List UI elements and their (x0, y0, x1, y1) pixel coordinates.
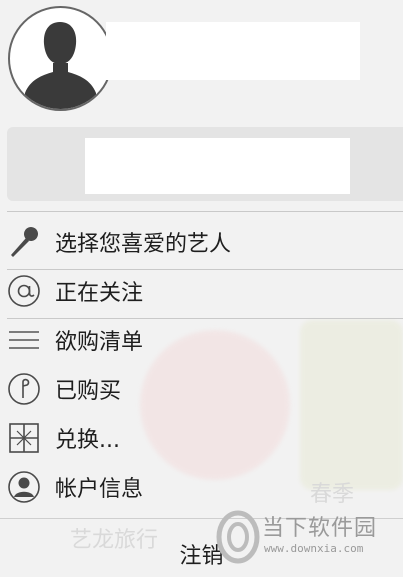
menu-item-account[interactable]: 帐户信息 (0, 462, 403, 511)
account-header (0, 0, 403, 120)
menu-item-purchased[interactable]: 已购买 (0, 364, 403, 413)
menu-item-following[interactable]: 正在关注 (0, 266, 403, 315)
account-person-icon (6, 469, 42, 505)
account-menu: 选择您喜爱的艺人 正在关注 欲购清单 已购买 兑换... 帐户信息 (0, 217, 403, 511)
microphone-icon (6, 224, 42, 260)
watermark-url: www.downxia.com (264, 542, 364, 555)
menu-item-wishlist[interactable]: 欲购清单 (0, 315, 403, 364)
at-sign-icon (6, 273, 42, 309)
account-name-redacted (106, 22, 360, 80)
menu-item-label: 选择您喜爱的艺人 (55, 231, 232, 257)
menu-item-artists[interactable]: 选择您喜爱的艺人 (0, 217, 403, 266)
watermark: 当下软件园 www.downxia.com (214, 508, 399, 568)
list-lines-icon (6, 322, 42, 358)
menu-item-label: 帐户信息 (55, 476, 144, 502)
menu-item-label: 欲购清单 (55, 329, 144, 355)
menu-item-label: 正在关注 (55, 280, 144, 306)
menu-item-redeem[interactable]: 兑换... (0, 413, 403, 462)
default-avatar-icon (25, 22, 96, 109)
gift-icon (6, 420, 42, 456)
menu-item-label: 已购买 (55, 378, 122, 404)
divider (7, 211, 403, 212)
avatar[interactable] (8, 6, 113, 111)
watermark-logo-icon (216, 510, 260, 564)
watermark-text: 当下软件园 (262, 516, 378, 541)
purchased-circle-icon (6, 371, 42, 407)
menu-item-label: 兑换... (55, 427, 120, 453)
account-summary-redacted (85, 138, 350, 194)
